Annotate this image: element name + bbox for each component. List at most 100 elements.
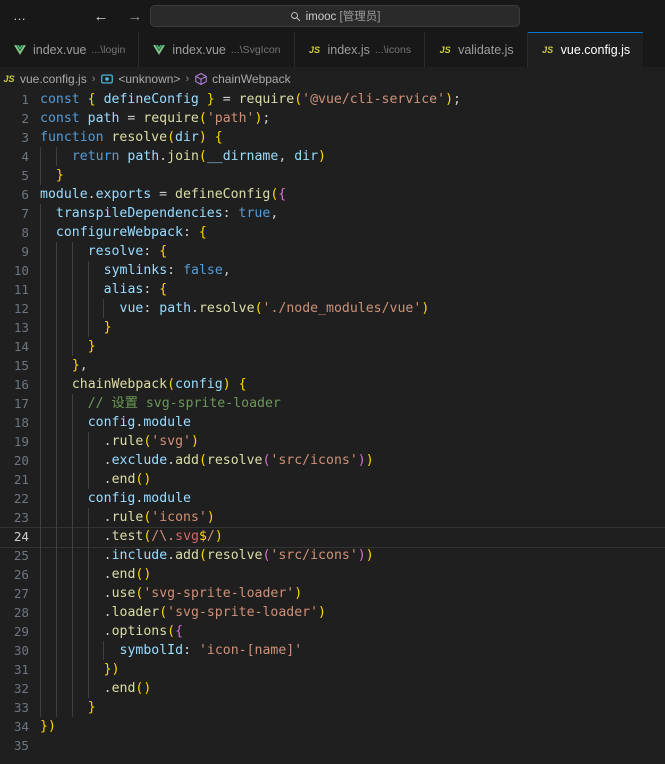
- indent-guide: [87, 280, 89, 299]
- code-line[interactable]: 18 config.module: [0, 413, 665, 432]
- indent-guide: [40, 147, 41, 166]
- code-line[interactable]: 21 .end(): [0, 470, 665, 489]
- code-line[interactable]: 13 }: [0, 318, 665, 337]
- indent-guide: [40, 242, 41, 261]
- indent-guide: [55, 546, 57, 565]
- code-text: .include.add(resolve('src/icons')): [40, 546, 665, 565]
- search-value: imooc: [305, 11, 337, 23]
- code-line[interactable]: 25 .include.add(resolve('src/icons')): [0, 546, 665, 565]
- indent-guide: [71, 565, 73, 584]
- code-line[interactable]: 4 return path.join(__dirname, dir): [0, 147, 665, 166]
- code-text: function resolve(dir) {: [40, 130, 223, 145]
- indent-guide: [40, 546, 41, 565]
- indent-guide: [87, 261, 89, 280]
- code-text: transpileDependencies: true,: [40, 204, 665, 223]
- code-line[interactable]: 14 }: [0, 337, 665, 356]
- code-text: .end(): [40, 470, 665, 489]
- code-line[interactable]: 26 .end(): [0, 565, 665, 584]
- code-text: }: [40, 318, 665, 337]
- code-line[interactable]: 30 symbolId: 'icon-[name]': [0, 641, 665, 660]
- vue-file-icon: [14, 44, 26, 55]
- indent-guide: [103, 299, 105, 318]
- breadcrumb-item-1[interactable]: <unknown>: [100, 72, 180, 86]
- breadcrumb-separator-icon: ›: [91, 72, 96, 85]
- code-line[interactable]: 17 // 设置 svg-sprite-loader: [0, 394, 665, 413]
- code-line[interactable]: 19 .rule('svg'): [0, 432, 665, 451]
- code-line[interactable]: 22 config.module: [0, 489, 665, 508]
- editor-tab-validate-js[interactable]: JS validate.js: [425, 32, 528, 67]
- indent-guide: [71, 660, 73, 679]
- breadcrumb-item-2[interactable]: chainWebpack: [194, 72, 291, 86]
- code-line[interactable]: 33 }: [0, 698, 665, 717]
- indent-guide: [71, 318, 73, 337]
- indent-guide: [40, 565, 41, 584]
- code-line[interactable]: 7 transpileDependencies: true,: [0, 204, 665, 223]
- line-number: 24: [13, 529, 29, 544]
- line-number: 28: [13, 605, 29, 620]
- line-number: 25: [13, 548, 29, 563]
- code-text: symbolId: 'icon-[name]': [40, 641, 665, 660]
- code-line[interactable]: 5 }: [0, 166, 665, 185]
- code-line[interactable]: 29 .options({: [0, 622, 665, 641]
- indent-guide: [71, 432, 73, 451]
- indent-guide: [55, 451, 57, 470]
- indent-guide: [40, 584, 41, 603]
- code-line[interactable]: 9 resolve: {: [0, 242, 665, 261]
- code-text: vue: path.resolve('./node_modules/vue'): [40, 299, 665, 318]
- code-line[interactable]: 12 vue: path.resolve('./node_modules/vue…: [0, 299, 665, 318]
- search-admin-suffix: [管理员]: [339, 11, 381, 23]
- indent-guide: [40, 166, 41, 185]
- code-line[interactable]: 11 alias: {: [0, 280, 665, 299]
- back-arrow-icon[interactable]: ←: [92, 7, 110, 25]
- code-line[interactable]: 6 module.exports = defineConfig({: [0, 185, 665, 204]
- code-line[interactable]: 2 const path = require('path');: [0, 109, 665, 128]
- indent-guide: [71, 527, 73, 546]
- code-line[interactable]: 10 symlinks: false,: [0, 261, 665, 280]
- code-line[interactable]: 1 const { defineConfig } = require('@vue/…: [0, 90, 665, 109]
- indent-guide: [40, 394, 41, 413]
- line-number: 33: [13, 700, 29, 715]
- code-line[interactable]: 34}): [0, 717, 665, 736]
- js-file-icon: JS: [3, 73, 15, 84]
- indent-guide: [55, 299, 57, 318]
- code-text: // 设置 svg-sprite-loader: [40, 394, 665, 413]
- code-line[interactable]: 32 .end(): [0, 679, 665, 698]
- indent-guide: [40, 451, 41, 470]
- line-number: 35: [13, 738, 29, 753]
- editor-tab-index-vue[interactable]: index.vue ...\login: [0, 32, 140, 67]
- code-line[interactable]: 23 .rule('icons'): [0, 508, 665, 527]
- indent-guide: [87, 546, 89, 565]
- editor-tab-index-js[interactable]: JS index.js ...\icons: [294, 32, 426, 67]
- breadcrumb-item-0[interactable]: JS vue.config.js: [2, 72, 86, 86]
- editor-tab-vue-config-js[interactable]: JS vue.config.js: [527, 32, 644, 67]
- indent-guide: [87, 470, 89, 489]
- code-line[interactable]: 24 .test(/\.svg$/): [0, 527, 665, 548]
- line-number: 8: [21, 225, 29, 240]
- code-line[interactable]: 20 .exclude.add(resolve('src/icons')): [0, 451, 665, 470]
- indent-guide: [55, 318, 57, 337]
- code-line[interactable]: 3 function resolve(dir) {: [0, 128, 665, 147]
- code-line[interactable]: 8 configureWebpack: {: [0, 223, 665, 242]
- code-line[interactable]: 16 chainWebpack(config) {: [0, 375, 665, 394]
- code-line[interactable]: 27 .use('svg-sprite-loader'): [0, 584, 665, 603]
- code-line[interactable]: 28 .loader('svg-sprite-loader'): [0, 603, 665, 622]
- main-menu-button[interactable]: …: [0, 0, 40, 32]
- forward-arrow-icon[interactable]: →: [126, 7, 144, 25]
- indent-guide: [40, 470, 41, 489]
- indent-guide: [55, 394, 57, 413]
- code-editor[interactable]: 1 const { defineConfig } = require('@vue/…: [0, 90, 665, 764]
- js-file-icon: JS: [308, 44, 320, 55]
- code-line[interactable]: 35: [0, 736, 665, 755]
- code-text: const { defineConfig } = require('@vue/c…: [40, 92, 461, 107]
- editor-tab-index-vue[interactable]: index.vue ...\SvgIcon: [139, 32, 295, 67]
- line-number: 19: [13, 434, 29, 449]
- line-number: 16: [13, 377, 29, 392]
- vue-file-icon: [153, 44, 166, 55]
- code-line[interactable]: 31 }): [0, 660, 665, 679]
- code-line[interactable]: 15 },: [0, 356, 665, 375]
- indent-guide: [87, 584, 89, 603]
- indent-guide: [40, 223, 41, 242]
- title-bar: … ← → imooc [管理员]: [0, 0, 665, 32]
- indent-guide: [71, 394, 73, 413]
- command-center-search[interactable]: imooc [管理员]: [150, 5, 520, 27]
